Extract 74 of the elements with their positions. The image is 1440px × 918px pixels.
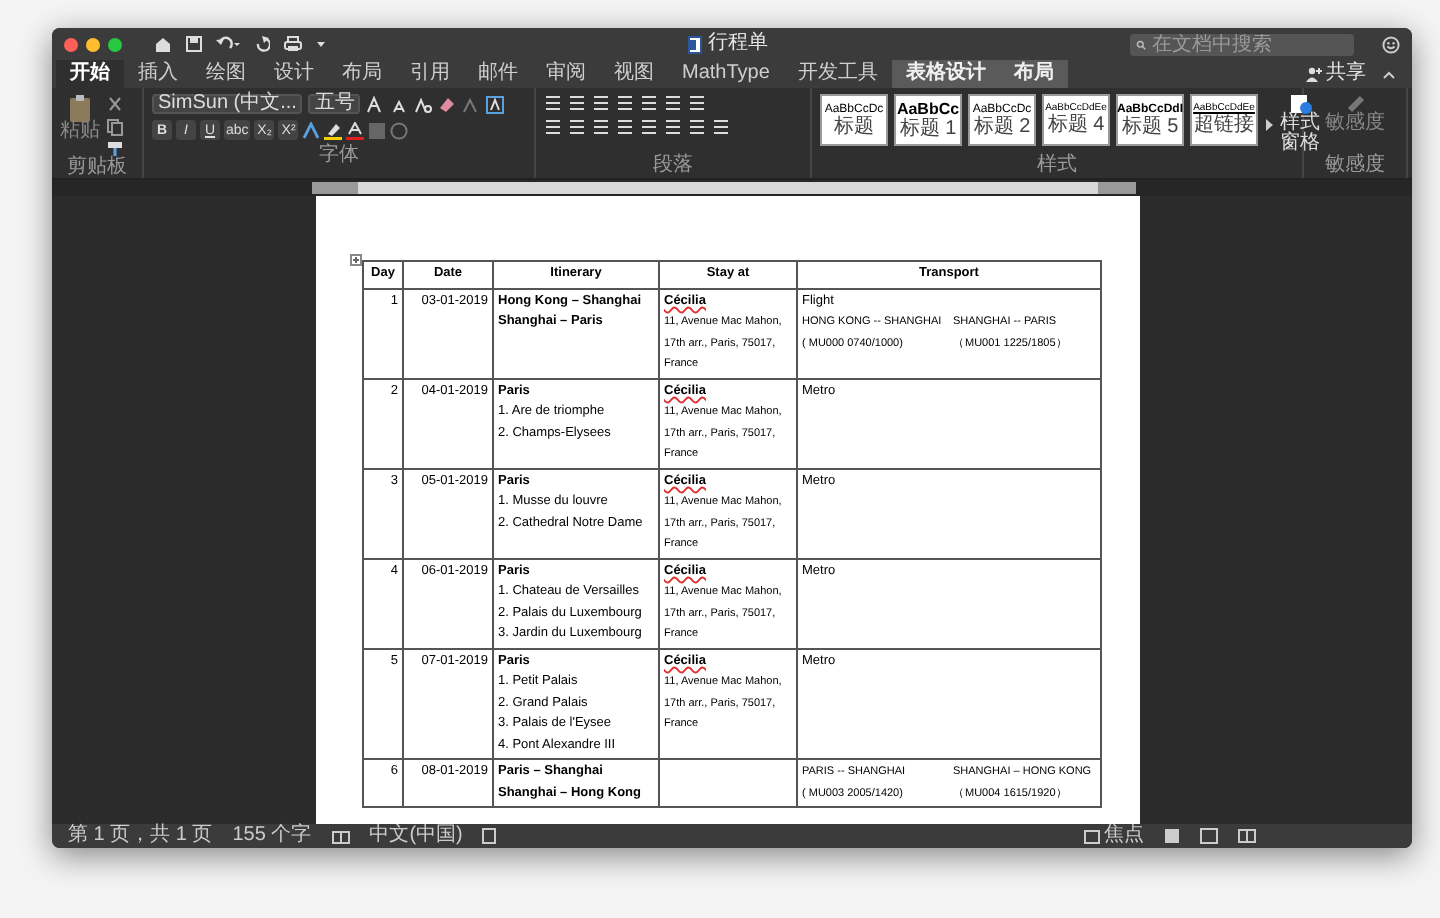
character-border-icon[interactable] bbox=[486, 95, 505, 113]
style-label: 标题 4 bbox=[1047, 116, 1105, 136]
shrink-font-icon[interactable] bbox=[390, 95, 409, 113]
ribbon-tab[interactable]: 开始 bbox=[56, 60, 124, 88]
minimize-button[interactable] bbox=[86, 37, 100, 51]
smiley-icon[interactable] bbox=[1382, 35, 1400, 53]
ribbon-tab[interactable]: 绘图 bbox=[192, 60, 260, 88]
print-layout-icon[interactable] bbox=[1164, 828, 1180, 844]
undo-icon[interactable] bbox=[216, 36, 240, 52]
style-swatch[interactable]: AaBbCc 标题 1 bbox=[894, 94, 962, 146]
ribbon-tab[interactable]: MathType bbox=[668, 60, 784, 88]
ribbon-tab[interactable]: 邮件 bbox=[464, 60, 532, 88]
paste-label: 粘贴 bbox=[60, 122, 100, 142]
share-button[interactable]: 共享 bbox=[1326, 64, 1366, 84]
focus-icon bbox=[1084, 829, 1100, 843]
scissors-icon[interactable] bbox=[106, 96, 124, 114]
ribbon-tab[interactable]: 设计 bbox=[260, 60, 328, 88]
sensitivity-icon[interactable] bbox=[1345, 94, 1365, 114]
window-title: 行程单 bbox=[708, 34, 768, 54]
copy-icon[interactable] bbox=[106, 118, 124, 136]
font-color-icon[interactable] bbox=[346, 121, 365, 139]
highlighter-icon[interactable] bbox=[324, 121, 343, 139]
track-changes-icon[interactable] bbox=[482, 828, 497, 844]
zoom-button[interactable] bbox=[108, 37, 122, 51]
group-label: 剪贴板 bbox=[67, 158, 127, 180]
text-effects-icon[interactable] bbox=[302, 121, 321, 139]
ribbon-tab[interactable]: 视图 bbox=[600, 60, 668, 88]
font-name-dropdown[interactable]: SimSun (中文... bbox=[152, 94, 303, 114]
align-left-icon[interactable] bbox=[544, 118, 562, 136]
collapse-icon[interactable] bbox=[1382, 69, 1396, 79]
style-label: 标题 2 bbox=[973, 117, 1031, 137]
search-icon bbox=[1136, 37, 1146, 51]
document-icon bbox=[688, 35, 702, 53]
close-button[interactable] bbox=[64, 37, 78, 51]
home-icon[interactable] bbox=[154, 36, 172, 52]
style-label: 超链接 bbox=[1194, 116, 1254, 136]
page-count: 第 1 页，共 1 页 bbox=[68, 826, 213, 846]
clipboard-icon[interactable] bbox=[68, 94, 92, 122]
styles-pane-icon[interactable] bbox=[1289, 94, 1311, 114]
eraser-icon[interactable] bbox=[438, 95, 457, 113]
word-count: 155 个字 bbox=[232, 826, 312, 846]
ribbon-tab[interactable]: 开发工具 bbox=[783, 60, 892, 88]
ribbon-tab[interactable]: 表格设计 bbox=[891, 60, 1000, 88]
style-label: 标题 5 bbox=[1121, 117, 1179, 137]
group-label: 字体 bbox=[319, 146, 359, 166]
book-icon[interactable] bbox=[331, 829, 350, 843]
style-label: 标题 bbox=[834, 117, 874, 137]
group-label: 样式 bbox=[1037, 156, 1077, 178]
dropdown-icon[interactable] bbox=[316, 40, 326, 48]
language: 中文(中国) bbox=[369, 826, 463, 846]
ribbon-tab[interactable]: 布局 bbox=[999, 60, 1068, 88]
printer-icon[interactable] bbox=[284, 36, 302, 52]
table-move-handle-icon[interactable] bbox=[350, 254, 362, 266]
save-icon[interactable] bbox=[186, 36, 202, 52]
change-case-icon[interactable] bbox=[414, 95, 433, 113]
ribbon-tab[interactable]: 引用 bbox=[396, 60, 464, 88]
redo-icon[interactable] bbox=[254, 36, 270, 52]
sensitivity-label: 敏感度 bbox=[1325, 114, 1385, 134]
group-label: 段落 bbox=[653, 156, 693, 178]
read-mode-icon[interactable] bbox=[1238, 828, 1256, 844]
styles-pane-label: 样式窗格 bbox=[1280, 114, 1320, 154]
grow-font-icon[interactable] bbox=[366, 95, 385, 113]
format-painter-icon[interactable] bbox=[106, 140, 124, 158]
add-person-icon bbox=[1306, 66, 1322, 82]
ribbon-tab[interactable]: 插入 bbox=[124, 60, 192, 88]
group-label: 敏感度 bbox=[1325, 156, 1385, 178]
focus-button[interactable]: 焦点 bbox=[1084, 826, 1144, 846]
web-layout-icon[interactable] bbox=[1200, 828, 1218, 844]
ribbon-tab[interactable]: 布局 bbox=[328, 60, 396, 88]
style-preview: AaBbCc bbox=[896, 101, 960, 117]
style-label: 标题 1 bbox=[899, 119, 957, 139]
more-styles-icon[interactable] bbox=[1264, 118, 1274, 132]
font-size-dropdown[interactable]: 五号 bbox=[308, 94, 361, 114]
ribbon-tab[interactable]: 审阅 bbox=[532, 60, 600, 88]
